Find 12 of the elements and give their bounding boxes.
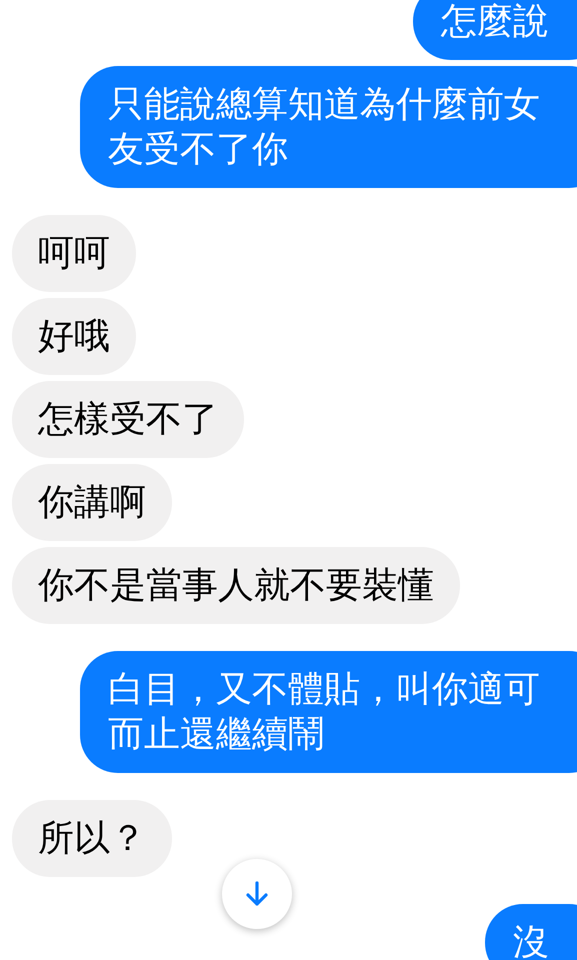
received-message: 好哦: [12, 298, 136, 375]
scroll-down-button[interactable]: [222, 859, 292, 929]
received-message: 所以？: [12, 800, 172, 877]
received-message: 呵呵: [12, 215, 136, 292]
received-message: 怎樣受不了: [12, 381, 244, 458]
sent-message: 怎麼說: [413, 0, 577, 60]
sent-message: 只能說總算知道為什麼前女友受不了你: [80, 66, 577, 188]
sent-message: 白目，又不體貼，叫你適可而止還繼續鬧: [80, 651, 577, 773]
sent-message: 沒: [485, 904, 577, 960]
received-message: 你不是當事人就不要裝懂: [12, 547, 460, 624]
received-message: 你講啊: [12, 464, 172, 541]
arrow-down-icon: [246, 881, 268, 907]
